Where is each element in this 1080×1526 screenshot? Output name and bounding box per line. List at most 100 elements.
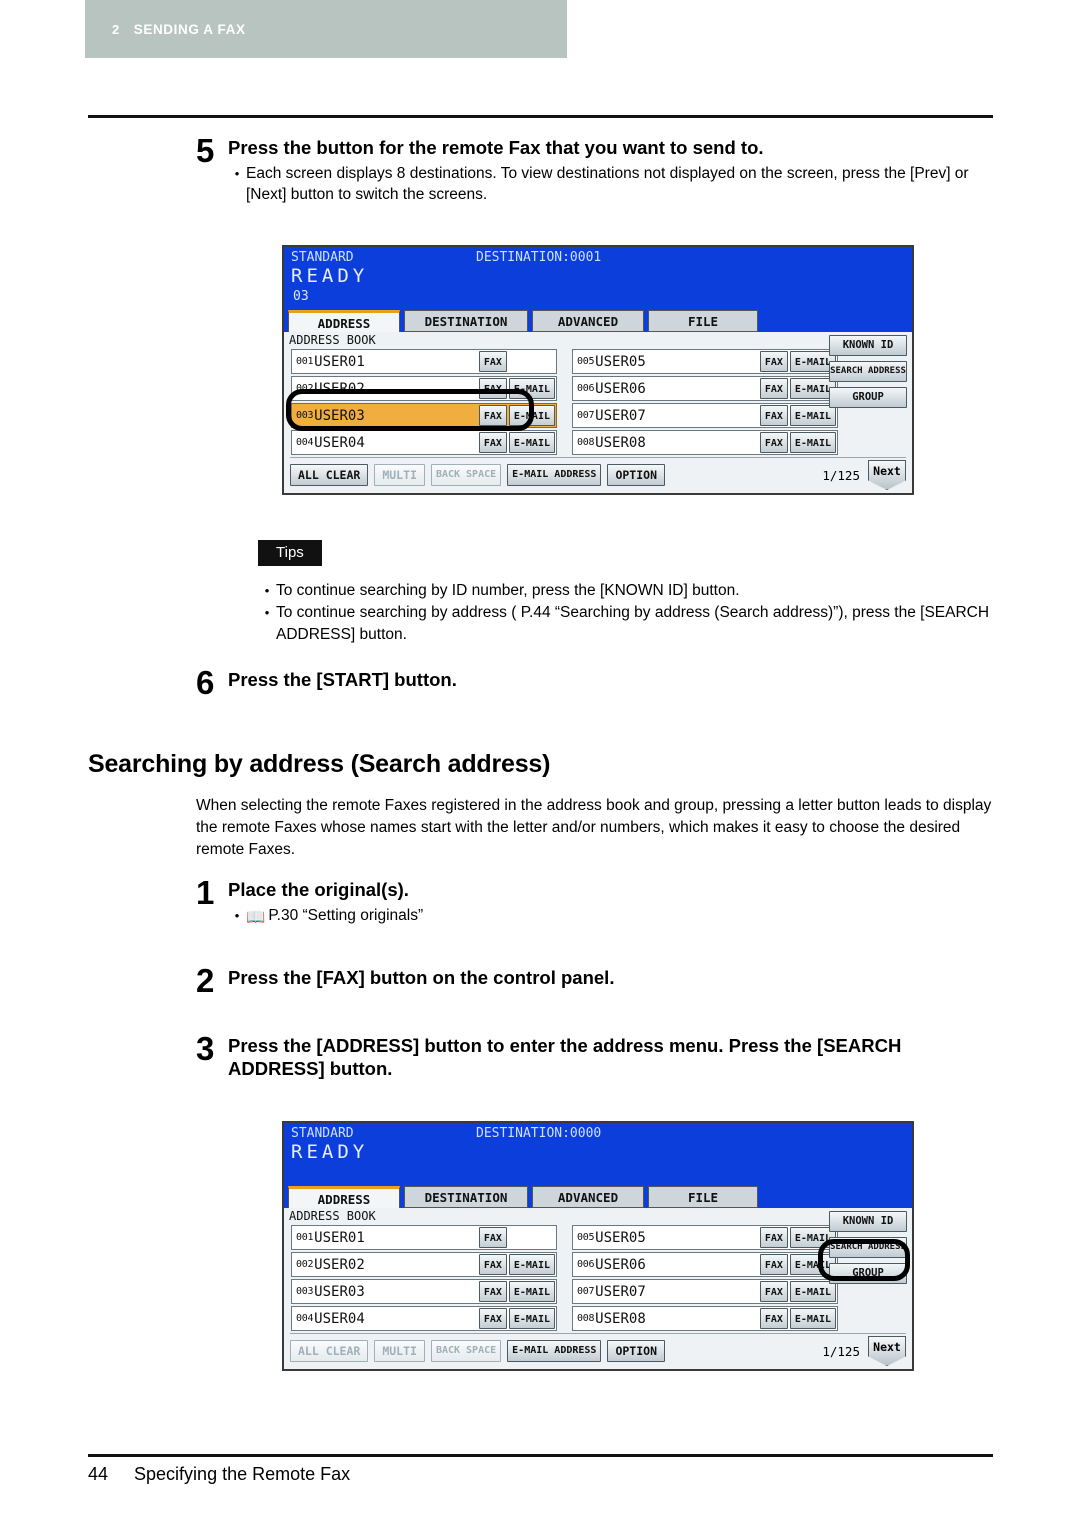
lcd2-search-address-button[interactable]: SEARCH ADDRESS [829, 1237, 907, 1258]
tips-item: • To continue searching by address ( P.4… [258, 602, 998, 646]
lcd2-fax-button[interactable]: FAX [478, 1227, 507, 1248]
lcd2-address-column-right: 005 USER05 FAX E-MAIL 006 USER06 FAX E-M… [572, 1225, 838, 1333]
lcd2-list-item[interactable]: 002 USER02 FAX E-MAIL [291, 1252, 557, 1277]
section-paragraph: When selecting the remote Faxes register… [196, 797, 992, 858]
lcd2-fax-button[interactable]: FAX [759, 1227, 788, 1248]
lcd1-fax-button[interactable]: FAX [478, 351, 507, 372]
lcd1-row-name: USER08 [595, 434, 646, 451]
lcd1-list-item[interactable]: 007 USER07 FAX E-MAIL [572, 403, 838, 428]
step-5-title: Press the button for the remote Fax that… [228, 137, 764, 158]
lcd2-multi-button[interactable]: MULTI [374, 1340, 425, 1362]
lcd1-list-item[interactable]: 004 USER04 FAX E-MAIL [291, 430, 557, 455]
lcd1-page-counter: 1/125 [822, 467, 860, 483]
lcd1-back-space-button[interactable]: BACK SPACE [430, 464, 502, 486]
lcd2-row-id: 004 [296, 1313, 314, 1324]
lcd2-address-column-left: 001 USER01 FAX E-MAIL 002 USER02 FAX E-M… [291, 1225, 557, 1333]
lcd2-fax-button[interactable]: FAX [478, 1281, 507, 1302]
lcd2-tab-address[interactable]: ADDRESS [288, 1186, 400, 1208]
lcd2-row-name: USER06 [595, 1256, 646, 1273]
step-2: 2 Press the [FAX] button on the control … [196, 964, 996, 997]
lcd1-list-item[interactable]: 005 USER05 FAX E-MAIL [572, 349, 838, 374]
lcd1-email-button[interactable]: E-MAIL [508, 378, 555, 399]
lcd1-fax-button[interactable]: FAX [759, 378, 788, 399]
lcd2-email-button[interactable]: E-MAIL [508, 1308, 555, 1329]
step-1-bullet: • 📖 P.30 “Setting originals” [228, 905, 996, 928]
lcd2-all-clear-button[interactable]: ALL CLEAR [290, 1340, 369, 1362]
lcd1-tab-advanced[interactable]: ADVANCED [532, 310, 644, 332]
lcd1-list-item[interactable]: 001 USER01 FAX E-MAIL [291, 349, 557, 374]
lcd1-body: ADDRESS BOOK 001 USER01 FAX E-MAIL 002 U… [284, 332, 912, 493]
lcd1-fax-button[interactable]: FAX [759, 351, 788, 372]
lcd2-email-button[interactable]: E-MAIL [508, 1254, 555, 1275]
lcd1-email-address-button[interactable]: E-MAIL ADDRESS [507, 464, 602, 486]
lcd1-row-actions: FAX E-MAIL [478, 405, 555, 426]
lcd1-list-item[interactable]: 002 USER02 FAX E-MAIL [291, 376, 557, 401]
lcd2-destination-counter: DESTINATION:0000 [476, 1126, 602, 1141]
lcd2-email-button[interactable]: E-MAIL [508, 1281, 555, 1302]
lcd1-row-id: 008 [577, 437, 595, 448]
lcd1-group-button[interactable]: GROUP [829, 387, 907, 408]
lcd1-known-id-button[interactable]: KNOWN ID [829, 335, 907, 356]
lcd1-tab-destination[interactable]: DESTINATION [404, 310, 528, 332]
lcd2-tab-advanced[interactable]: ADVANCED [532, 1186, 644, 1208]
lcd2-row-id: 003 [296, 1286, 314, 1297]
lcd2-list-item[interactable]: 004 USER04 FAX E-MAIL [291, 1306, 557, 1331]
lcd1-email-button[interactable]: E-MAIL [508, 405, 555, 426]
lcd2-email-button[interactable]: E-MAIL [789, 1308, 836, 1329]
step-3-number: 3 [196, 1030, 215, 1067]
lcd2-tab-destination[interactable]: DESTINATION [404, 1186, 528, 1208]
lcd2-row-name: USER01 [314, 1229, 365, 1246]
lcd1-status-header: STANDARD DESTINATION:0001 READY 03 [284, 247, 912, 309]
lcd1-email-button[interactable]: E-MAIL [789, 432, 836, 453]
lcd1-fax-button[interactable]: FAX [478, 405, 507, 426]
step-1-bullet-text: 📖 P.30 “Setting originals” [246, 905, 996, 928]
lcd2-tab-file[interactable]: FILE [648, 1186, 758, 1208]
lcd1-fax-button[interactable]: FAX [478, 378, 507, 399]
lcd1-list-item[interactable]: 008 USER08 FAX E-MAIL [572, 430, 838, 455]
lcd2-fax-button[interactable]: FAX [759, 1308, 788, 1329]
lcd-screenshot-1: STANDARD DESTINATION:0001 READY 03 ADDRE… [282, 245, 914, 495]
chapter-number: 2 [112, 21, 120, 37]
lcd2-fax-button[interactable]: FAX [759, 1281, 788, 1302]
lcd2-list-item[interactable]: 005 USER05 FAX E-MAIL [572, 1225, 838, 1250]
lcd1-list-item-selected[interactable]: 003 USER03 FAX E-MAIL [291, 403, 557, 428]
lcd2-back-space-button[interactable]: BACK SPACE [430, 1340, 502, 1362]
lcd2-next-button[interactable]: Next [868, 1336, 906, 1366]
lcd1-next-button[interactable]: Next [868, 460, 906, 490]
lcd2-list-item[interactable]: 001 USER01 FAX E-MAIL [291, 1225, 557, 1250]
lcd2-fax-button[interactable]: FAX [478, 1308, 507, 1329]
lcd1-option-button[interactable]: OPTION [607, 464, 665, 486]
lcd1-row-actions: FAX E-MAIL [478, 351, 555, 372]
lcd1-row-actions: FAX E-MAIL [759, 378, 836, 399]
lcd1-fax-button[interactable]: FAX [478, 432, 507, 453]
lcd2-row-actions: FAX E-MAIL [759, 1281, 836, 1302]
lcd1-fax-button[interactable]: FAX [759, 432, 788, 453]
lcd2-list-item[interactable]: 003 USER03 FAX E-MAIL [291, 1279, 557, 1304]
lcd2-email-address-button[interactable]: E-MAIL ADDRESS [507, 1340, 602, 1362]
lcd2-list-item[interactable]: 008 USER08 FAX E-MAIL [572, 1306, 838, 1331]
step-5-number: 5 [196, 132, 215, 169]
step-5: 5 Press the button for the remote Fax th… [196, 132, 996, 205]
lcd1-tab-file[interactable]: FILE [648, 310, 758, 332]
chapter-title: SENDING A FAX [133, 21, 246, 37]
lcd2-list-item[interactable]: 006 USER06 FAX E-MAIL [572, 1252, 838, 1277]
lcd1-tab-address[interactable]: ADDRESS [288, 310, 400, 332]
lcd2-list-item[interactable]: 007 USER07 FAX E-MAIL [572, 1279, 838, 1304]
lcd2-status-header: STANDARD DESTINATION:0000 READY [284, 1123, 912, 1185]
lcd2-known-id-button[interactable]: KNOWN ID [829, 1211, 907, 1232]
lcd1-multi-button[interactable]: MULTI [374, 464, 425, 486]
lcd1-fax-button[interactable]: FAX [759, 405, 788, 426]
lcd1-search-address-button[interactable]: SEARCH ADDRESS [829, 361, 907, 382]
tips-item-text: To continue searching by ID number, pres… [276, 582, 740, 599]
lcd2-fax-button[interactable]: FAX [478, 1254, 507, 1275]
lcd2-option-button[interactable]: OPTION [607, 1340, 665, 1362]
lcd2-row-actions: FAX E-MAIL [759, 1308, 836, 1329]
lcd1-list-item[interactable]: 006 USER06 FAX E-MAIL [572, 376, 838, 401]
lcd2-group-button[interactable]: GROUP [829, 1263, 907, 1284]
lcd1-email-button[interactable]: E-MAIL [508, 432, 555, 453]
step-5-bullet-text: Each screen displays 8 destinations. To … [246, 165, 969, 203]
lcd1-all-clear-button[interactable]: ALL CLEAR [290, 464, 369, 486]
lcd1-row-actions: FAX E-MAIL [759, 351, 836, 372]
lcd1-address-book-label: ADDRESS BOOK [289, 333, 376, 347]
lcd2-fax-button[interactable]: FAX [759, 1254, 788, 1275]
